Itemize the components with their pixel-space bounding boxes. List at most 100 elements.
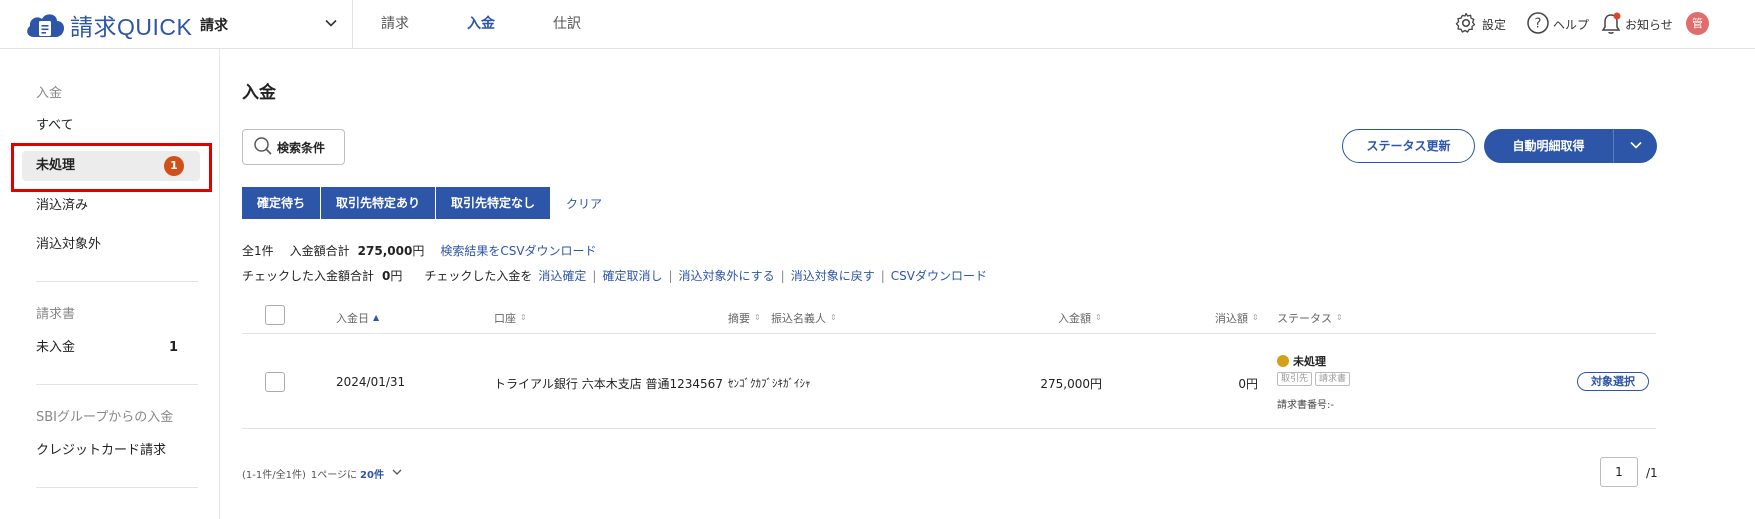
sort-icon: ⇕: [520, 313, 527, 322]
column-account[interactable]: 口座 ⇕: [494, 310, 527, 326]
main-nav: 請求 入金 仕訳: [352, 0, 610, 49]
help-icon: ?: [1526, 11, 1550, 38]
pagination-info: (1-1件/全1件) 1ページに 20件: [242, 466, 403, 481]
action-exclude[interactable]: 消込対象外にする: [679, 267, 775, 284]
help-button[interactable]: ? ヘルプ: [1526, 10, 1589, 38]
per-page-value: 20件: [360, 470, 384, 481]
action-cancel-confirm[interactable]: 確定取消し: [602, 267, 662, 284]
nav-journal[interactable]: 仕訳: [524, 0, 610, 49]
status-dot-icon: [1277, 355, 1289, 367]
checked-total-label: チェックした入金額合計: [242, 269, 375, 283]
sidebar-section-invoice: 請求書: [36, 307, 76, 322]
tag-invoice: 請求書: [1315, 372, 1351, 386]
action-restore[interactable]: 消込対象に戻す: [791, 267, 875, 284]
column-amount[interactable]: 入金額 ⇕: [1058, 310, 1102, 326]
column-status[interactable]: ステータス ⇕: [1277, 310, 1343, 326]
notice-label: お知らせ: [1625, 17, 1673, 32]
notice-button[interactable]: お知らせ: [1600, 10, 1673, 38]
action-confirm-clear[interactable]: 消込確定: [538, 267, 586, 284]
sort-asc-icon: ▲: [373, 313, 380, 322]
filter-partner-unidentified[interactable]: 取引先特定なし: [436, 187, 551, 219]
per-page-select[interactable]: 20件: [360, 466, 403, 481]
per-page-label: 1ページに: [310, 470, 358, 481]
auto-fetch-dropdown[interactable]: [1614, 129, 1657, 163]
avatar[interactable]: 管: [1686, 12, 1709, 35]
column-payer-label: 振込名義人: [771, 312, 826, 325]
sidebar-item-unpaid[interactable]: 未入金 1: [22, 333, 200, 363]
row-status-label: 未処理: [1293, 355, 1326, 368]
search-conditions-button[interactable]: 検索条件: [242, 129, 345, 165]
row-status: 未処理: [1277, 353, 1326, 369]
sort-icon: ⇕: [754, 313, 761, 322]
sidebar-item-unprocessed[interactable]: 未処理 1: [22, 151, 200, 181]
status-update-button[interactable]: ステータス更新: [1342, 129, 1475, 163]
svg-text:?: ?: [1535, 16, 1542, 31]
row-date: 2024/01/31: [336, 375, 406, 389]
column-memo[interactable]: 摘要 ⇕: [728, 310, 761, 326]
column-memo-label: 摘要: [728, 312, 750, 325]
separator: |: [880, 268, 885, 283]
chevron-down-icon: [1629, 138, 1643, 155]
total-count: 全1件: [242, 244, 274, 258]
csv-download-link[interactable]: 検索結果をCSVダウンロード: [440, 242, 596, 259]
select-all-checkbox[interactable]: [265, 305, 285, 325]
settings-button[interactable]: 設定: [1454, 10, 1506, 38]
gear-icon: [1454, 11, 1478, 38]
column-date[interactable]: 入金日 ▲: [336, 310, 379, 326]
app-selector-label: 請求: [200, 18, 228, 34]
auto-fetch-button-group: 自動明細取得: [1484, 129, 1657, 163]
sidebar-divider: [36, 281, 198, 282]
sidebar-item-cleared[interactable]: 消込済み: [22, 191, 200, 221]
help-label: ヘルプ: [1553, 17, 1590, 32]
column-status-label: ステータス: [1277, 312, 1332, 325]
amount-total-label: 入金額合計: [289, 244, 350, 258]
row-payer: ｾﾝｺﾞｸｶﾌﾞｼｷｶﾞｲｼｬ: [728, 377, 811, 390]
row-account: トライアル銀行 六本木支店 普通1234567: [494, 377, 723, 391]
row-cleared: 0円: [1238, 377, 1258, 391]
column-payer[interactable]: 振込名義人 ⇕: [771, 310, 837, 326]
sort-icon: ⇕: [1252, 313, 1259, 322]
select-target-button[interactable]: 対象選択: [1577, 372, 1649, 391]
sidebar-divider: [36, 487, 198, 488]
table-header: 入金日 ▲ 口座 ⇕ 摘要 ⇕ 振込名義人 ⇕ 入金額 ⇕ 消込額 ⇕ ステータ…: [242, 299, 1656, 334]
tag-partner: 取引先: [1277, 372, 1313, 386]
app-logo[interactable]: 請求QUICK: [24, 8, 192, 42]
summary-line: 全1件 入金額合計 275,000 円 検索結果をCSVダウンロード: [242, 242, 597, 259]
column-amount-label: 入金額: [1058, 312, 1091, 325]
page-number-input[interactable]: 1: [1600, 457, 1638, 487]
sidebar-item-excluded[interactable]: 消込対象外: [22, 230, 200, 260]
sidebar-divider: [36, 384, 198, 385]
unpaid-count: 1: [168, 340, 178, 355]
column-cleared[interactable]: 消込額 ⇕: [1215, 310, 1259, 326]
amount-total-value: 275,000: [357, 243, 413, 258]
separator: |: [780, 268, 785, 283]
page-total: /1: [1646, 466, 1658, 480]
clear-filters-link[interactable]: クリア: [566, 195, 602, 212]
sidebar-item-all[interactable]: すべて: [22, 111, 200, 141]
action-csv-download[interactable]: CSVダウンロード: [891, 267, 987, 284]
row-amount: 275,000円: [1040, 377, 1102, 391]
bell-icon: [1600, 12, 1622, 36]
checked-total-value: 0: [382, 268, 391, 283]
nav-payment[interactable]: 入金: [438, 0, 524, 49]
logo-text: 請求QUICK: [70, 14, 193, 40]
filter-partner-identified[interactable]: 取引先特定あり: [321, 187, 437, 219]
page-title: 入金: [242, 83, 276, 103]
auto-fetch-button[interactable]: 自動明細取得: [1484, 129, 1614, 163]
separator: |: [592, 268, 597, 283]
yen-unit: 円: [390, 269, 403, 283]
row-checkbox[interactable]: [265, 372, 285, 392]
filter-pending-confirm[interactable]: 確定待ち: [242, 187, 322, 219]
sidebar-item-label: 未処理: [36, 158, 76, 173]
table-row: 2024/01/31 トライアル銀行 六本木支店 普通1234567 ｾﾝｺﾞｸ…: [242, 334, 1656, 429]
search-icon: [253, 136, 273, 159]
sidebar-section-sbi: SBIグループからの入金: [36, 410, 174, 425]
row-invoice-number: 請求書番号:-: [1277, 400, 1334, 411]
sidebar-item-credit-card[interactable]: クレジットカード請求: [22, 436, 200, 466]
unprocessed-count-badge: 1: [164, 156, 184, 176]
nav-invoice[interactable]: 請求: [352, 0, 438, 49]
chevron-down-icon: [391, 466, 403, 481]
app-selector[interactable]: 請求: [200, 13, 338, 37]
sort-icon: ⇕: [1095, 313, 1102, 322]
settings-label: 設定: [1482, 17, 1507, 32]
